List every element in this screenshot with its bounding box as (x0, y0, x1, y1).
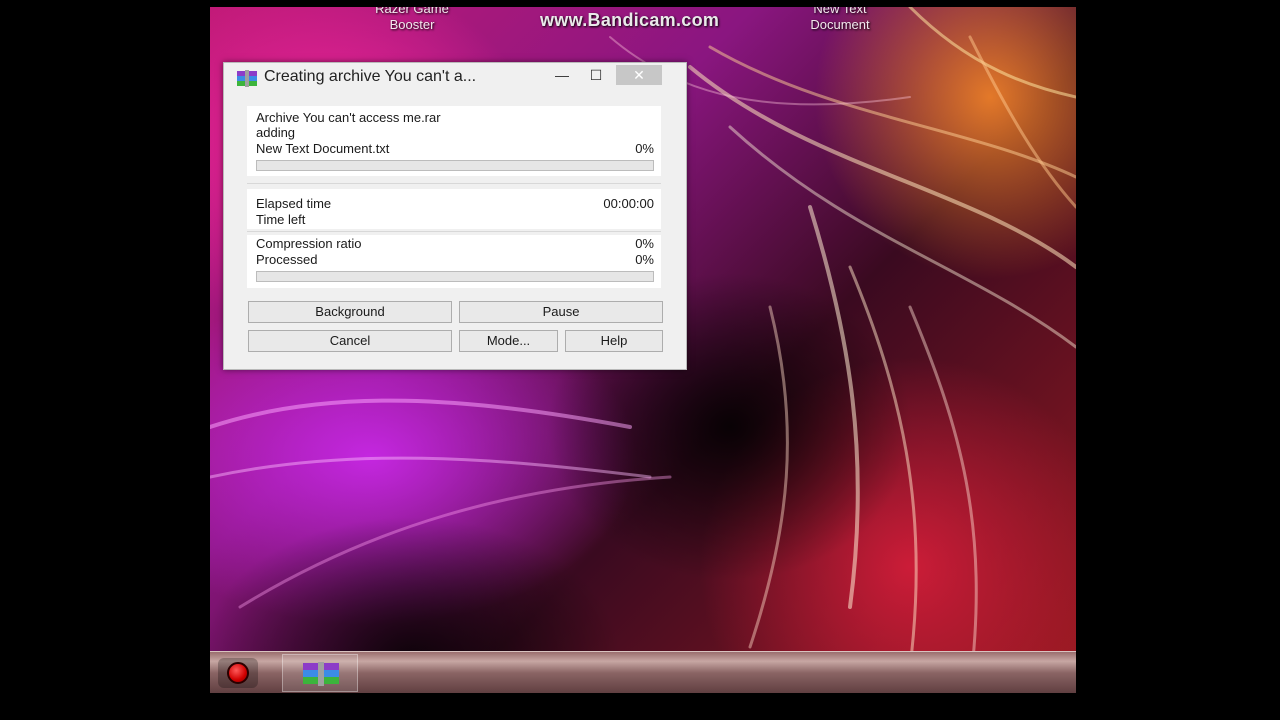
maximize-icon: ☐ (589, 67, 603, 83)
maximize-button[interactable]: ☐ (582, 65, 610, 85)
compression-ratio-value: 0% (635, 236, 654, 251)
desktop-icon-label-right-line1: New Text (813, 7, 867, 16)
bandicam-watermark: www.Bandicam.com (540, 10, 720, 30)
current-file-percent: 0% (635, 141, 654, 156)
taskbar (210, 651, 1076, 693)
desktop-icon-label-left[interactable]: Razer Game Booster (370, 7, 454, 33)
taskbar-winrar-button[interactable] (282, 654, 358, 692)
minimize-button[interactable]: — (548, 65, 576, 85)
elapsed-time-label: Elapsed time (256, 196, 332, 211)
time-left-label: Time left (256, 212, 306, 227)
help-button[interactable]: Help (565, 330, 663, 352)
cancel-button[interactable]: Cancel (248, 330, 452, 352)
desktop-icon-label-right[interactable]: New Text Document (790, 7, 890, 33)
processed-label: Processed (256, 252, 318, 267)
dialog-titlebar[interactable]: Creating archive You can't a... — ☐ ✕ (224, 63, 686, 93)
winrar-icon (303, 662, 339, 686)
divider (247, 231, 661, 232)
total-progress-bar (256, 271, 654, 282)
current-file-progress-bar (256, 160, 654, 171)
minimize-icon: — (555, 67, 569, 83)
winrar-icon (237, 70, 257, 87)
dialog-title: Creating archive You can't a... (264, 68, 477, 85)
record-icon (227, 662, 249, 684)
compression-ratio-label: Compression ratio (256, 236, 362, 251)
desktop-icon-label-right-line2: Document (810, 17, 870, 32)
archive-progress-dialog: Creating archive You can't a... — ☐ ✕ Ar… (223, 62, 687, 370)
desktop-icon-label-left-line2: Booster (389, 17, 435, 32)
pause-button[interactable]: Pause (459, 301, 663, 323)
desktop-icon-label-left-line1: Razer Game (375, 7, 449, 16)
close-button[interactable]: ✕ (616, 65, 662, 85)
close-icon: ✕ (633, 67, 645, 83)
record-button[interactable] (218, 658, 258, 688)
divider (247, 183, 661, 184)
elapsed-time-value: 00:00:00 (603, 196, 654, 211)
processed-value: 0% (635, 252, 654, 267)
action-text: adding (256, 125, 296, 140)
archive-name-text: Archive You can't access me.rar (256, 110, 441, 125)
background-button[interactable]: Background (248, 301, 452, 323)
current-file-text: New Text Document.txt (256, 141, 390, 156)
mode-button[interactable]: Mode... (459, 330, 558, 352)
